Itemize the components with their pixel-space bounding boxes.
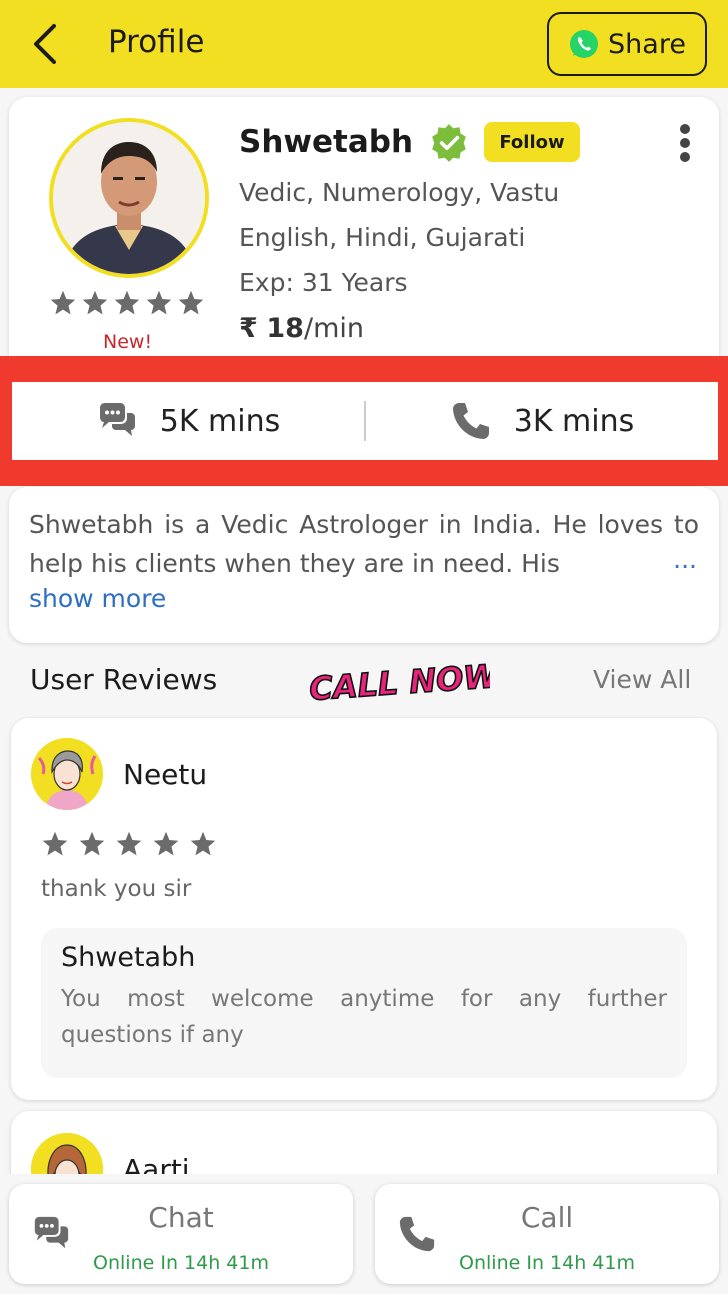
follow-button[interactable]: Follow <box>484 122 580 162</box>
star-icon <box>178 290 204 315</box>
more-options-button[interactable] <box>673 121 697 165</box>
call-button[interactable]: Call Online In 14h 41m <box>375 1184 719 1284</box>
avatar-image <box>53 122 205 274</box>
star-icon <box>82 290 108 315</box>
reply-text: You most welcome anytime for any further… <box>61 986 667 1048</box>
stats-highlight: 5K mins 3K mins <box>0 356 728 486</box>
reply-author: Shwetabh <box>61 942 196 973</box>
price-text: ₹ 18/min <box>239 313 364 344</box>
app-header: Profile Share <box>0 0 728 88</box>
reviews-heading: User Reviews <box>30 663 218 696</box>
chat-minutes-value: 5K mins <box>159 403 281 439</box>
star-icon <box>190 831 216 856</box>
about-text: Shwetabh is a Vedic Astrologer in India.… <box>29 510 699 578</box>
back-arrow-icon <box>34 24 56 64</box>
call-minutes-value: 3K mins <box>513 403 635 439</box>
call-now-banner[interactable]: CALL NOW! <box>305 650 490 708</box>
star-icon <box>79 831 105 856</box>
reviewer-avatar-image <box>31 738 103 810</box>
chat-status: Online In 14h 41m <box>93 1252 269 1274</box>
view-all-link[interactable]: View All <box>593 665 691 694</box>
astrologer-avatar <box>49 118 209 278</box>
about-ellipsis: ... <box>673 545 697 574</box>
call-minutes-stat: 3K mins <box>366 400 718 442</box>
star-icon <box>50 290 76 315</box>
price-unit: /min <box>303 313 364 344</box>
review-card: Neetu thank you sir Shwetabh You most we… <box>11 718 717 1100</box>
phone-icon <box>452 403 489 439</box>
review-text: thank you sir <box>41 876 192 902</box>
astrologer-reply: Shwetabh You most welcome anytime for an… <box>41 928 687 1078</box>
about-card: Shwetabh is a Vedic Astrologer in India.… <box>9 487 719 643</box>
profile-rating-stars <box>49 289 205 317</box>
show-more-link[interactable]: show more <box>29 584 166 613</box>
star-icon <box>42 831 68 856</box>
bottom-action-bar: Chat Online In 14h 41m Call Online In 14… <box>0 1174 728 1294</box>
chat-bubbles-icon <box>99 403 135 436</box>
review-rating-stars <box>41 830 217 858</box>
chat-label: Chat <box>148 1201 214 1234</box>
whatsapp-icon <box>570 30 599 58</box>
languages-text: English, Hindi, Gujarati <box>239 223 526 252</box>
dot <box>680 124 690 134</box>
price-value: 18 <box>266 313 304 344</box>
new-badge: New! <box>103 331 153 353</box>
call-status: Online In 14h 41m <box>459 1252 635 1274</box>
chat-minutes-stat: 5K mins <box>12 400 364 442</box>
star-icon <box>153 831 179 856</box>
reviewer-avatar <box>31 738 103 810</box>
experience-text: Exp: 31 Years <box>239 268 408 297</box>
price-symbol: ₹ <box>239 313 258 344</box>
share-label: Share <box>608 28 686 60</box>
page-title: Profile <box>108 24 205 60</box>
skills-text: Vedic, Numerology, Vastu <box>239 178 560 207</box>
astrologer-name: Shwetabh <box>239 124 414 160</box>
star-icon <box>114 290 140 315</box>
star-icon <box>116 831 142 856</box>
star-icon <box>146 290 172 315</box>
stats-bar: 5K mins 3K mins <box>12 382 718 460</box>
share-button[interactable]: Share <box>547 12 707 76</box>
reviewer-name: Neetu <box>123 758 208 791</box>
back-button[interactable] <box>26 22 70 66</box>
call-now-text: CALL NOW! <box>308 656 490 708</box>
verified-badge-icon <box>432 124 466 162</box>
chat-button[interactable]: Chat Online In 14h 41m <box>9 1184 353 1284</box>
dot <box>680 138 690 148</box>
call-label: Call <box>520 1201 574 1234</box>
dot <box>680 152 690 162</box>
